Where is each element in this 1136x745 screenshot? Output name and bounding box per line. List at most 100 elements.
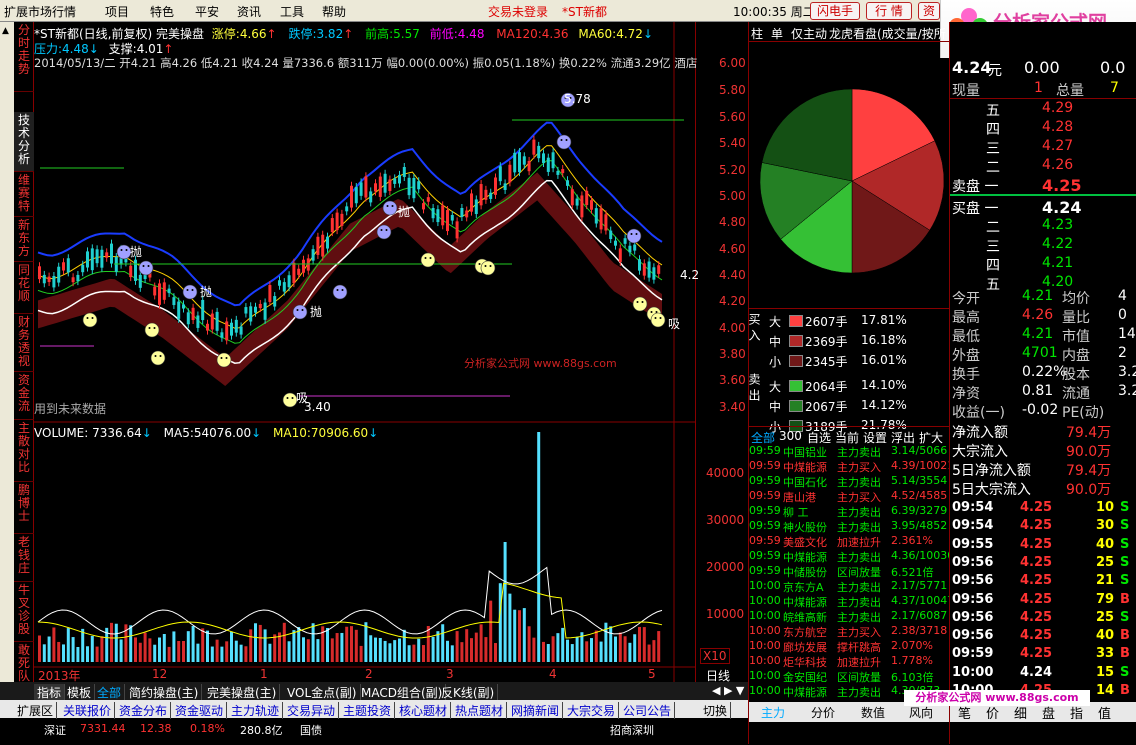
index-pct: 0.18% <box>190 722 225 735</box>
price-axis-label: 6.00 <box>719 56 746 70</box>
side-tab-capital[interactable]: 资金流 <box>14 372 34 420</box>
tab-main-track[interactable]: 主力轨迹 <box>228 702 284 719</box>
menu-special[interactable]: 特色 <box>150 3 174 20</box>
tab-capital-distribution[interactable]: 资金分布 <box>116 702 172 719</box>
event-time: 09:59 <box>749 549 781 562</box>
tab-extension[interactable]: 扩展区 <box>14 702 58 719</box>
tab-values[interactable]: 数值 <box>861 704 885 721</box>
tab-trade-anomaly[interactable]: 交易异动 <box>284 702 340 719</box>
menu-tools[interactable]: 工具 <box>280 3 304 20</box>
stat-value: 3.2 <box>1118 383 1136 399</box>
tab-perfect-trade[interactable]: 完美操盘(主) <box>204 684 281 701</box>
price-unit: 元 <box>988 63 1002 79</box>
quote-button[interactable]: 行 情 <box>866 2 912 20</box>
trade-signal-label: 抛 <box>398 204 410 219</box>
event-stock: 唐山港 <box>783 491 816 504</box>
stat-label: 最高 <box>952 310 980 326</box>
side-tab-diagnose[interactable]: 牛叉诊股 <box>14 582 34 642</box>
ask-level: 二 <box>986 160 1000 176</box>
net-flow-label: 5日大宗流入 <box>952 482 1031 498</box>
side-tab-weisaite[interactable]: 维赛特 <box>14 172 34 217</box>
side-tab-retail-compare[interactable]: 主散对比 <box>14 420 34 482</box>
flow-pct: 14.12% <box>861 398 907 412</box>
flash-trade-button[interactable]: 闪电手 <box>810 2 860 20</box>
kline-chart-canvas[interactable]: 抛抛抛抛吸吸 <box>34 22 696 682</box>
switch-button[interactable]: 切换 <box>700 702 732 719</box>
bid-price: 4.21 <box>1042 255 1074 271</box>
tab-indicator[interactable]: 指标 <box>34 684 66 701</box>
tab-main-force[interactable]: 主力 <box>761 704 785 721</box>
net-flow-value: 90.0万 <box>1066 444 1112 460</box>
left-scroll-strip[interactable]: ▲ <box>0 22 14 704</box>
price-axis-label: 5.60 <box>719 110 746 124</box>
tab-single[interactable]: 单 <box>771 25 783 41</box>
bid-price: 4.22 <box>1042 236 1074 252</box>
tab-value[interactable]: 值 <box>1098 703 1111 722</box>
stat-value: 3.2 <box>1118 364 1136 380</box>
side-tab-intraday[interactable]: 分时走势 <box>14 22 34 92</box>
side-tab-pbs[interactable]: 鹏博士 <box>14 482 34 534</box>
event-value: 2.17/5771 <box>891 579 948 592</box>
side-tab-technical[interactable]: 技术分析 <box>14 112 34 172</box>
tab-vol-gold[interactable]: VOL金点(副) <box>284 684 361 701</box>
nav-arrows-icon[interactable]: ◀ ▶ ▼ <box>712 684 744 697</box>
up-arrow-icon[interactable]: ▲ <box>2 26 9 36</box>
news-button[interactable]: 资 <box>918 2 940 20</box>
tab-dragon-tiger[interactable]: 龙虎看盘(成交量/按所 <box>829 25 946 41</box>
signal-face-icon <box>292 304 308 320</box>
volume-axis-label: 40000 <box>706 466 745 480</box>
tab-macd-combo[interactable]: MACD组合(副) <box>358 684 447 701</box>
menu-project[interactable]: 项目 <box>105 3 129 20</box>
tick-side: B <box>1120 646 1130 662</box>
event-stock: 中煤能源 <box>783 461 827 474</box>
tab-capital-drive[interactable]: 资金驱动 <box>172 702 228 719</box>
event-time: 10:00 <box>749 609 781 622</box>
menu-help[interactable]: 帮助 <box>322 3 346 20</box>
tab-hot-theme[interactable]: 热点题材 <box>452 702 508 719</box>
event-stock: 中国铝业 <box>783 446 827 459</box>
limit-up-value: 4.66 <box>239 27 267 41</box>
tab-announcement[interactable]: 公司公告 <box>620 702 676 719</box>
tab-wind[interactable]: 风向 <box>909 704 933 721</box>
event-value: 4.39/10021 <box>891 459 949 472</box>
menu-extended-market[interactable]: 扩展市场行情 <box>4 3 76 20</box>
stat-label: 股本 <box>1062 367 1090 383</box>
tab-reverse-kline[interactable]: 反K线(副) <box>438 684 499 701</box>
tick-volume: 25 <box>1096 609 1115 625</box>
event-value: 5.14/3554 <box>891 474 948 487</box>
tab-simple-trade[interactable]: 简约操盘(主) <box>126 684 203 701</box>
tick-price: 4.25 <box>1020 573 1053 589</box>
price-axis-label: 5.00 <box>719 189 746 203</box>
filter-300[interactable]: 300 <box>779 429 802 443</box>
bid-level: 二 <box>986 220 1000 236</box>
event-value: 2.361% <box>891 534 933 547</box>
tab-theme-invest[interactable]: 主题投资 <box>340 702 396 719</box>
bid-level: 五 <box>986 277 1000 293</box>
net-flow-value: 79.4万 <box>1066 463 1112 479</box>
ma60-value: 4.72 <box>616 27 643 41</box>
menu-news[interactable]: 资讯 <box>237 3 261 20</box>
tab-price-dist[interactable]: 分价 <box>811 704 835 721</box>
tick-side: S <box>1120 554 1130 570</box>
side-tab-finance[interactable]: 财务透视 <box>14 314 34 372</box>
side-tab-xdf[interactable]: 新东方 <box>14 217 34 262</box>
tab-web-news[interactable]: 网摘新闻 <box>508 702 564 719</box>
event-type: 撑杆跳高 <box>837 641 881 654</box>
future-data-note: 用到未来数据 <box>34 402 107 416</box>
tab-all[interactable]: 全部 <box>94 684 126 701</box>
side-tab-ljz[interactable]: 老钱庄 <box>14 534 34 582</box>
broker-name: 招商深圳 <box>610 724 654 737</box>
tab-related-quote[interactable]: 关联报价 <box>60 702 116 719</box>
trade-login-status[interactable]: 交易未登录 <box>488 3 548 20</box>
bottom-tab-area: 指标 模板 全部 简约操盘(主) 完美操盘(主) VOL金点(副) MACD组合… <box>0 682 748 744</box>
tab-block-trade[interactable]: 大宗交易 <box>564 702 620 719</box>
flow-volume: 2064手 <box>805 380 848 394</box>
side-tab-ths[interactable]: 同花顺 <box>14 262 34 314</box>
tab-template[interactable]: 模板 <box>64 684 96 701</box>
tab-bar-chart[interactable]: 柱 <box>751 25 763 41</box>
tab-active-only[interactable]: 仅主动 <box>791 25 827 41</box>
kline-chart-panel[interactable]: 抛抛抛抛吸吸 *ST新都(日线,前复权) 完美操盘 涨停:4.66↑ 跌停:3.… <box>34 22 746 683</box>
menu-pingan[interactable]: 平安 <box>195 3 219 20</box>
tab-core-theme[interactable]: 核心题材 <box>396 702 452 719</box>
event-value: 1.778% <box>891 654 933 667</box>
